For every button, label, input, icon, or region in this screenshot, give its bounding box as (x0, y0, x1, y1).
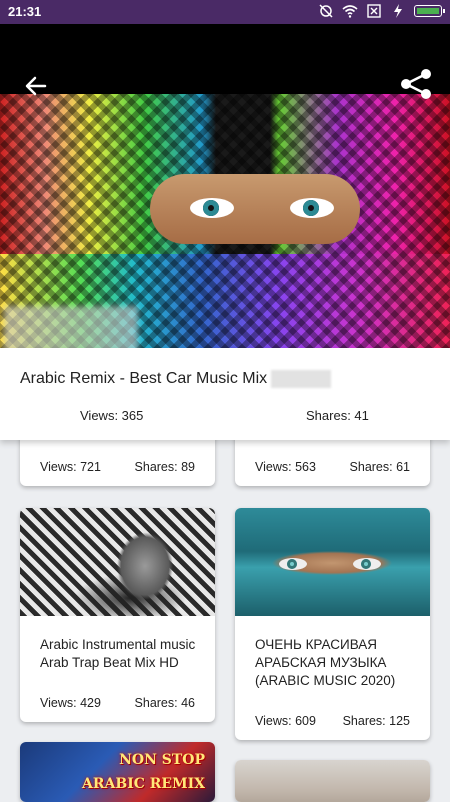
video-title-text: Arabic Remix - Best Car Music Mix (20, 370, 268, 388)
video-card[interactable]: Arabic Instrumental music Arab Trap Beat… (20, 508, 215, 722)
thumb-eye-left (279, 558, 307, 570)
card-thumbnail: NON STOP ARABIC REMIX (20, 742, 215, 802)
thumb-eye-right (353, 558, 381, 570)
status-bar: 21:31 (0, 0, 450, 24)
card-stats: Views: 721 Shares: 89 (40, 460, 195, 474)
video-thumbnail[interactable] (0, 24, 450, 348)
blurred-title-suffix (271, 370, 332, 388)
thumb-text-arabic-remix: ARABIC REMIX (82, 776, 205, 792)
card-stats: Views: 429 Shares: 46 (40, 696, 195, 710)
card-title: Arabic Instrumental music Arab Trap Beat… (40, 637, 196, 670)
card-views: Views: 429 (40, 696, 101, 710)
card-views: Views: 609 (255, 714, 316, 728)
card-stats: Views: 563 Shares: 61 (255, 460, 410, 474)
video-title: Arabic Remix - Best Car Music Mix (20, 370, 332, 388)
status-time: 21:31 (8, 4, 42, 19)
card-shares: Shares: 46 (134, 696, 195, 710)
card-stats: Views: 609 Shares: 125 (255, 714, 410, 728)
eye-right (290, 198, 334, 218)
hero-image-eyes (150, 174, 360, 244)
battery-icon (414, 5, 445, 17)
arrow-back-icon (25, 76, 47, 96)
card-shares: Shares: 89 (134, 460, 195, 474)
status-icons (318, 4, 445, 18)
card-shares: Shares: 61 (349, 460, 410, 474)
card-shares: Shares: 125 (342, 714, 410, 728)
card-thumbnail (20, 508, 215, 616)
alarm-off-icon (319, 4, 333, 18)
wifi-icon (342, 5, 358, 18)
charging-icon (394, 4, 402, 18)
eye-left (190, 198, 234, 218)
video-info-card: Arabic Remix - Best Car Music Mix Views:… (0, 348, 450, 440)
video-shares: Shares: 41 (306, 408, 369, 423)
video-views: Views: 365 (80, 408, 144, 423)
card-thumbnail (235, 508, 430, 616)
share-button[interactable] (396, 64, 436, 104)
no-sim-icon (367, 4, 381, 18)
card-views: Views: 563 (255, 460, 316, 474)
card-views: Views: 721 (40, 460, 101, 474)
video-card[interactable] (235, 760, 430, 802)
card-title: ОЧЕНЬ КРАСИВАЯ АРАБСКАЯ МУЗЫКА (ARABIC M… (255, 637, 396, 688)
blurred-watermark (4, 306, 138, 348)
thumb-text-nonstop: NON STOP (119, 752, 205, 768)
share-icon (401, 69, 431, 99)
back-button[interactable] (18, 68, 54, 104)
video-card[interactable]: NON STOP ARABIC REMIX (20, 742, 215, 802)
card-thumbnail (235, 760, 430, 802)
video-card[interactable]: ОЧЕНЬ КРАСИВАЯ АРАБСКАЯ МУЗЫКА (ARABIC M… (235, 508, 430, 740)
